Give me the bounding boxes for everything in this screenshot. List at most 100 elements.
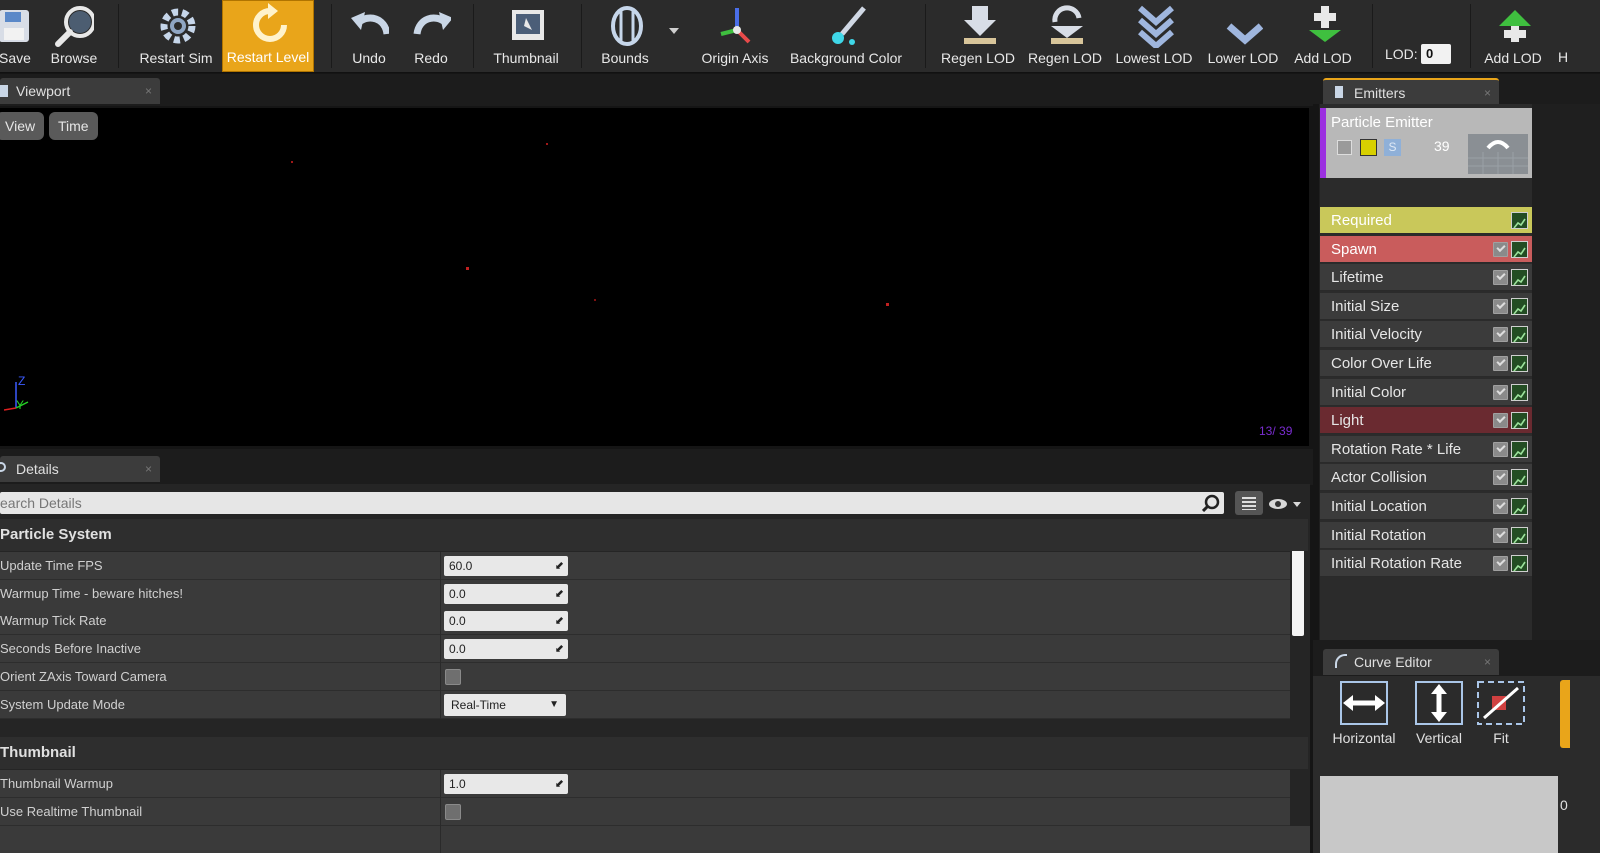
add-lod-icon xyxy=(1303,6,1343,46)
emitter-module-initial-size[interactable]: Initial Size xyxy=(1320,293,1532,320)
tab-details[interactable]: Details × xyxy=(0,456,160,482)
lod-input[interactable]: 0 xyxy=(1421,44,1451,64)
particle xyxy=(594,299,596,301)
module-enable-checkbox[interactable] xyxy=(1493,442,1508,457)
category-particle-system[interactable]: Particle System xyxy=(0,519,1308,551)
update-time-fps-input[interactable]: 60.0 ⬋ xyxy=(444,556,568,576)
emitter-header[interactable]: Particle Emitter S 39 xyxy=(1320,108,1532,178)
toolbar-separator xyxy=(118,4,119,68)
search-input[interactable]: earch Details xyxy=(0,492,1224,514)
module-enable-checkbox[interactable] xyxy=(1493,499,1508,514)
fit-button[interactable]: Fit xyxy=(1468,680,1534,762)
fit-vertical-button[interactable]: Vertical xyxy=(1406,680,1472,762)
curve-toggle-icon[interactable] xyxy=(1511,441,1528,458)
emitter-module-initial-rotation-rate[interactable]: Initial Rotation Rate xyxy=(1320,550,1532,577)
curve-toggle-icon[interactable] xyxy=(1511,527,1528,544)
emitter-module-lifetime[interactable]: Lifetime xyxy=(1320,264,1532,291)
module-enable-checkbox[interactable] xyxy=(1493,356,1508,371)
property-row: System Update Mode Real-Time ▼ xyxy=(0,691,1290,719)
module-enable-checkbox[interactable] xyxy=(1493,242,1508,257)
emitter-module-light[interactable]: Light xyxy=(1320,407,1532,434)
particle xyxy=(546,143,548,145)
module-enable-checkbox[interactable] xyxy=(1493,413,1508,428)
module-enable-checkbox[interactable] xyxy=(1493,327,1508,342)
curve-toggle-icon[interactable] xyxy=(1511,298,1528,315)
browse-button[interactable]: Browse xyxy=(44,0,104,72)
viewport-canvas[interactable]: Z Y 13/ 39 xyxy=(0,108,1309,446)
seconds-before-inactive-input[interactable]: 0.0 ⬋ xyxy=(444,639,568,659)
close-icon[interactable]: × xyxy=(1484,649,1491,675)
thumbnail-button[interactable]: Thumbnail xyxy=(486,0,566,72)
undo-button[interactable]: Undo xyxy=(342,0,396,72)
thumbnail-warmup-input[interactable]: 1.0 ⬋ xyxy=(444,774,568,794)
use-realtime-thumbnail-checkbox[interactable] xyxy=(445,804,461,820)
regen-lod-secondary-button[interactable]: Regen LOD xyxy=(1025,0,1105,72)
fit-horizontal-button[interactable]: Horizontal xyxy=(1331,680,1397,762)
regen-lod-2-icon xyxy=(1045,5,1085,46)
emitter-module-initial-location[interactable]: Initial Location xyxy=(1320,493,1532,520)
module-enable-checkbox[interactable] xyxy=(1493,270,1508,285)
close-icon[interactable]: × xyxy=(145,78,152,104)
lower-lod-button[interactable]: Lower LOD xyxy=(1203,0,1283,72)
close-icon[interactable]: × xyxy=(145,456,152,482)
curve-toggle-icon[interactable] xyxy=(1511,555,1528,572)
restart-level-icon xyxy=(248,3,288,45)
curve-editor-side-button[interactable] xyxy=(1560,680,1570,748)
curve-toggle-icon[interactable] xyxy=(1511,384,1528,401)
lowest-lod-button[interactable]: Lowest LOD xyxy=(1112,0,1196,72)
emitter-module-rotation-rate-life[interactable]: Rotation Rate * Life xyxy=(1320,436,1532,463)
redo-button[interactable]: Redo xyxy=(404,0,458,72)
emitter-module-spawn[interactable]: Spawn xyxy=(1320,236,1532,263)
curve-toggle-icon[interactable] xyxy=(1511,212,1528,229)
tab-viewport[interactable]: Viewport × xyxy=(0,78,160,104)
fit-horizontal-icon xyxy=(1340,681,1388,725)
save-button[interactable]: Save xyxy=(0,0,36,72)
add-lod-button[interactable]: Add LOD xyxy=(1290,0,1356,72)
emitter-module-initial-rotation[interactable]: Initial Rotation xyxy=(1320,522,1532,549)
system-update-mode-select[interactable]: Real-Time ▼ xyxy=(444,694,566,716)
curve-graph-area[interactable] xyxy=(1320,776,1558,853)
module-enable-checkbox[interactable] xyxy=(1493,470,1508,485)
emitter-module-color-over-life[interactable]: Color Over Life xyxy=(1320,350,1532,377)
curve-toggle-icon[interactable] xyxy=(1511,498,1528,515)
property-row: Orient ZAxis Toward Camera xyxy=(0,663,1290,691)
redo-icon xyxy=(411,6,451,46)
view-menu-button[interactable]: View xyxy=(0,112,45,140)
time-menu-button[interactable]: Time xyxy=(49,112,98,140)
background-color-button[interactable]: Background Color xyxy=(784,0,908,72)
tab-curve-editor[interactable]: Curve Editor × xyxy=(1323,649,1499,675)
curve-toggle-icon[interactable] xyxy=(1511,269,1528,286)
curve-toggle-icon[interactable] xyxy=(1511,241,1528,258)
restart-level-button[interactable]: Restart Level xyxy=(222,0,314,72)
origin-axis-button[interactable]: Origin Axis xyxy=(694,0,776,72)
warmup-time-input[interactable]: 0.0 ⬋ xyxy=(444,584,568,604)
curve-toggle-icon[interactable] xyxy=(1511,355,1528,372)
orient-zaxis-checkbox[interactable] xyxy=(445,669,461,685)
category-thumbnail[interactable]: Thumbnail xyxy=(0,737,1308,769)
view-options-list-button[interactable] xyxy=(1235,491,1263,515)
bounds-button[interactable]: Bounds xyxy=(592,0,658,72)
module-enable-checkbox[interactable] xyxy=(1493,556,1508,571)
close-icon[interactable]: × xyxy=(1484,80,1491,106)
regen-lod-button[interactable]: Regen LOD xyxy=(938,0,1018,72)
curve-toggle-icon[interactable] xyxy=(1511,412,1528,429)
curve-toggle-icon[interactable] xyxy=(1511,326,1528,343)
add-lod-secondary-button[interactable]: Add LOD xyxy=(1480,0,1546,72)
bounds-dropdown-arrow-icon[interactable] xyxy=(669,28,679,34)
module-enable-checkbox[interactable] xyxy=(1493,299,1508,314)
emitter-enable-checkbox[interactable] xyxy=(1337,140,1352,155)
emitter-module-required[interactable]: Required xyxy=(1320,207,1532,234)
emitter-module-initial-velocity[interactable]: Initial Velocity xyxy=(1320,321,1532,348)
toolbar-separator xyxy=(1372,4,1373,68)
emitter-module-actor-collision[interactable]: Actor Collision xyxy=(1320,464,1532,491)
visibility-filter-button[interactable] xyxy=(1268,496,1304,512)
module-enable-checkbox[interactable] xyxy=(1493,528,1508,543)
tab-emitters[interactable]: Emitters × xyxy=(1323,78,1499,104)
restart-sim-button[interactable]: Restart Sim xyxy=(132,0,220,72)
emitter-module-initial-color[interactable]: Initial Color xyxy=(1320,379,1532,406)
warmup-tick-rate-input[interactable]: 0.0 ⬋ xyxy=(444,611,568,631)
curve-toggle-icon[interactable] xyxy=(1511,469,1528,486)
emitter-solo-button[interactable]: S xyxy=(1384,139,1401,156)
emitter-render-mode-icon[interactable] xyxy=(1360,139,1377,156)
module-enable-checkbox[interactable] xyxy=(1493,385,1508,400)
